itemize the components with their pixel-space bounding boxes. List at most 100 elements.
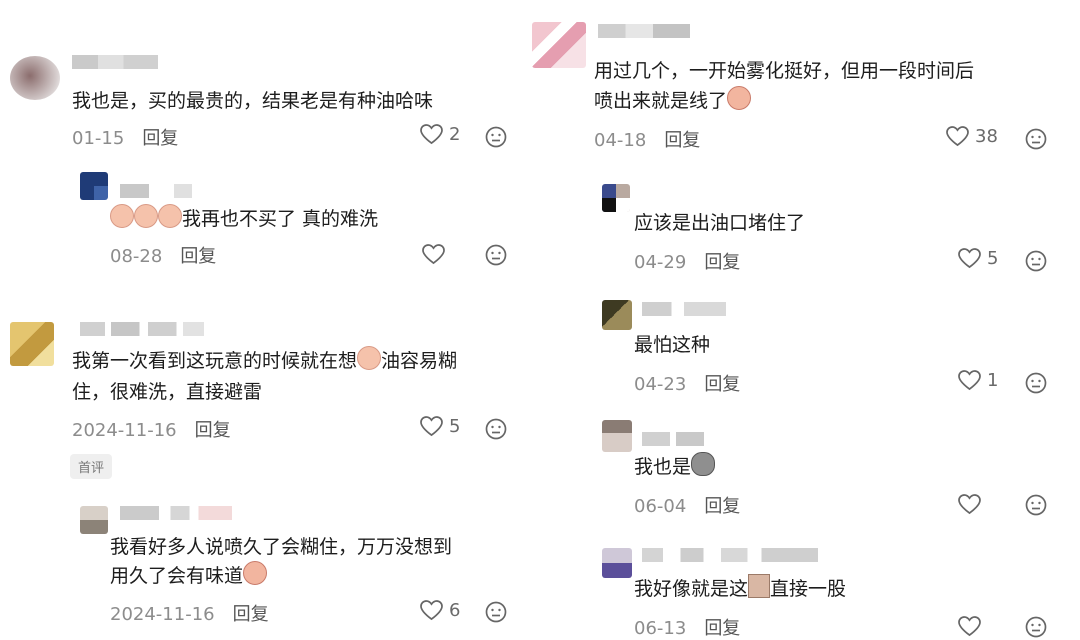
like-button[interactable]: 5	[958, 248, 998, 269]
dislike-face-icon[interactable]	[1025, 128, 1047, 150]
username-blurred[interactable]	[120, 184, 192, 198]
like-button[interactable]	[422, 244, 445, 265]
comment-date: 2024-11-16	[72, 420, 177, 441]
text-segment: 油容易糊	[381, 350, 458, 372]
username-blurred[interactable]	[642, 548, 818, 562]
like-button[interactable]: 2	[420, 124, 460, 145]
comment-text-line2: 住，很难洗，直接避雷	[72, 381, 263, 403]
comment-date: 01-15	[72, 128, 125, 149]
comment-text-line2: 用久了会有味道	[110, 561, 268, 592]
heart-icon	[958, 616, 981, 637]
username-blurred[interactable]	[598, 24, 690, 38]
comment: 我第一次看到这玩意的时候就在想 油容易糊 住，很难洗，直接避雷 2024-11-1…	[0, 300, 528, 490]
comment-meta: 06-04 回复	[634, 492, 740, 518]
text-segment: 直接一股	[770, 578, 847, 600]
text-segment: 喷出来就是线了	[594, 90, 728, 112]
username-blurred[interactable]	[120, 506, 232, 520]
heart-icon	[422, 244, 445, 265]
comment-date: 2024-11-16	[110, 604, 215, 625]
comment-text-line1: 我看好多人说喷久了会糊住，万万没想到	[110, 536, 453, 558]
left-comment-column: 我也是，买的最贵的，结果老是有种油哈味 01-15 回复 2 我再也不买了 真的难…	[0, 0, 528, 638]
dislike-face-icon[interactable]	[485, 244, 507, 266]
username-blurred[interactable]	[642, 302, 726, 316]
heart-icon	[420, 600, 443, 621]
emoji-icon	[748, 574, 771, 598]
avatar[interactable]	[80, 172, 108, 200]
first-comment-badge: 首评	[70, 454, 113, 479]
text-segment: 用久了会有味道	[110, 565, 244, 587]
reply-comment: 我也是 06-04 回复	[528, 412, 1080, 532]
emoji-icon	[110, 204, 134, 228]
username-blurred[interactable]	[642, 432, 704, 446]
reply-button[interactable]: 回复	[180, 246, 216, 267]
dislike-face-icon[interactable]	[1025, 250, 1047, 272]
avatar[interactable]	[602, 184, 630, 212]
reply-button[interactable]: 回复	[704, 496, 740, 517]
dislike-face-icon[interactable]	[1025, 616, 1047, 638]
comment: 用过几个，一开始雾化挺好，但用一段时间后 喷出来就是线了 04-18 回复 38	[528, 0, 1080, 170]
reply-comment: 我好像就是这 直接一股 06-13 回复	[528, 536, 1080, 640]
reply-button[interactable]: 回复	[704, 618, 740, 639]
heart-icon	[958, 248, 981, 269]
avatar[interactable]	[10, 56, 60, 100]
comment-text: 最怕这种	[634, 334, 711, 356]
like-button[interactable]: 6	[420, 600, 460, 621]
dislike-face-icon[interactable]	[485, 418, 507, 440]
comment-meta: 2024-11-16 回复	[110, 600, 269, 626]
avatar[interactable]	[602, 548, 632, 578]
text-segment: 我好像就是这	[634, 578, 749, 600]
text-segment: 我第一次看到这玩意的时候就在想	[72, 350, 358, 372]
reply-comment: 最怕这种 04-23 回复 1	[528, 292, 1080, 408]
reply-comment: 我看好多人说喷久了会糊住，万万没想到 用久了会有味道 2024-11-16 回复 …	[0, 498, 528, 638]
heart-icon	[958, 494, 981, 515]
like-button[interactable]	[958, 494, 981, 515]
like-count: 38	[975, 126, 998, 147]
reply-button[interactable]: 回复	[195, 420, 231, 441]
reply-button[interactable]: 回复	[142, 128, 178, 149]
like-count: 2	[449, 124, 461, 145]
avatar[interactable]	[10, 322, 54, 366]
comment-date: 04-18	[594, 130, 647, 151]
username-blurred[interactable]	[72, 55, 158, 69]
comment-meta: 06-13 回复	[634, 614, 740, 640]
comment-meta: 01-15 回复	[72, 124, 178, 150]
comment-meta: 2024-11-16 回复	[72, 416, 231, 442]
emoji-icon	[243, 561, 268, 585]
reply-button[interactable]: 回复	[233, 604, 269, 625]
reply-comment: 应该是出油口堵住了 04-29 回复 5	[528, 172, 1080, 292]
comment-meta: 04-18 回复	[594, 126, 700, 152]
dislike-face-icon[interactable]	[1025, 494, 1047, 516]
reply-button[interactable]: 回复	[704, 252, 740, 273]
dislike-face-icon[interactable]	[485, 126, 507, 148]
dislike-face-icon[interactable]	[485, 601, 507, 623]
like-count: 5	[987, 248, 999, 269]
avatar[interactable]	[532, 22, 586, 68]
like-count: 5	[449, 416, 461, 437]
like-button[interactable]	[958, 616, 981, 637]
right-comment-column: 用过几个，一开始雾化挺好，但用一段时间后 喷出来就是线了 04-18 回复 38 …	[528, 0, 1080, 640]
text-segment: 我也是	[634, 456, 692, 478]
dislike-face-icon[interactable]	[1025, 372, 1047, 394]
reply-button[interactable]: 回复	[664, 130, 700, 151]
reply-text: 我再也不买了 真的难洗	[182, 208, 379, 230]
emoji-icon	[691, 452, 716, 476]
comment-text-line2: 喷出来就是线了	[594, 86, 752, 117]
like-button[interactable]: 1	[958, 370, 998, 391]
comment-date: 04-23	[634, 374, 687, 395]
heart-icon	[420, 124, 443, 145]
comment-date: 04-29	[634, 252, 687, 273]
like-button[interactable]: 5	[420, 416, 460, 437]
comment-meta: 04-29 回复	[634, 248, 740, 274]
like-count: 6	[449, 600, 461, 621]
username-blurred[interactable]	[80, 322, 204, 336]
reply-button[interactable]: 回复	[704, 374, 740, 395]
avatar[interactable]	[602, 300, 632, 330]
emoji-icon	[158, 204, 182, 228]
heart-icon	[420, 416, 443, 437]
heart-icon	[958, 370, 981, 391]
avatar[interactable]	[602, 420, 632, 452]
like-count: 1	[987, 370, 999, 391]
avatar[interactable]	[80, 506, 108, 534]
like-button[interactable]: 38	[946, 126, 998, 147]
comment-date: 08-28	[110, 246, 163, 267]
